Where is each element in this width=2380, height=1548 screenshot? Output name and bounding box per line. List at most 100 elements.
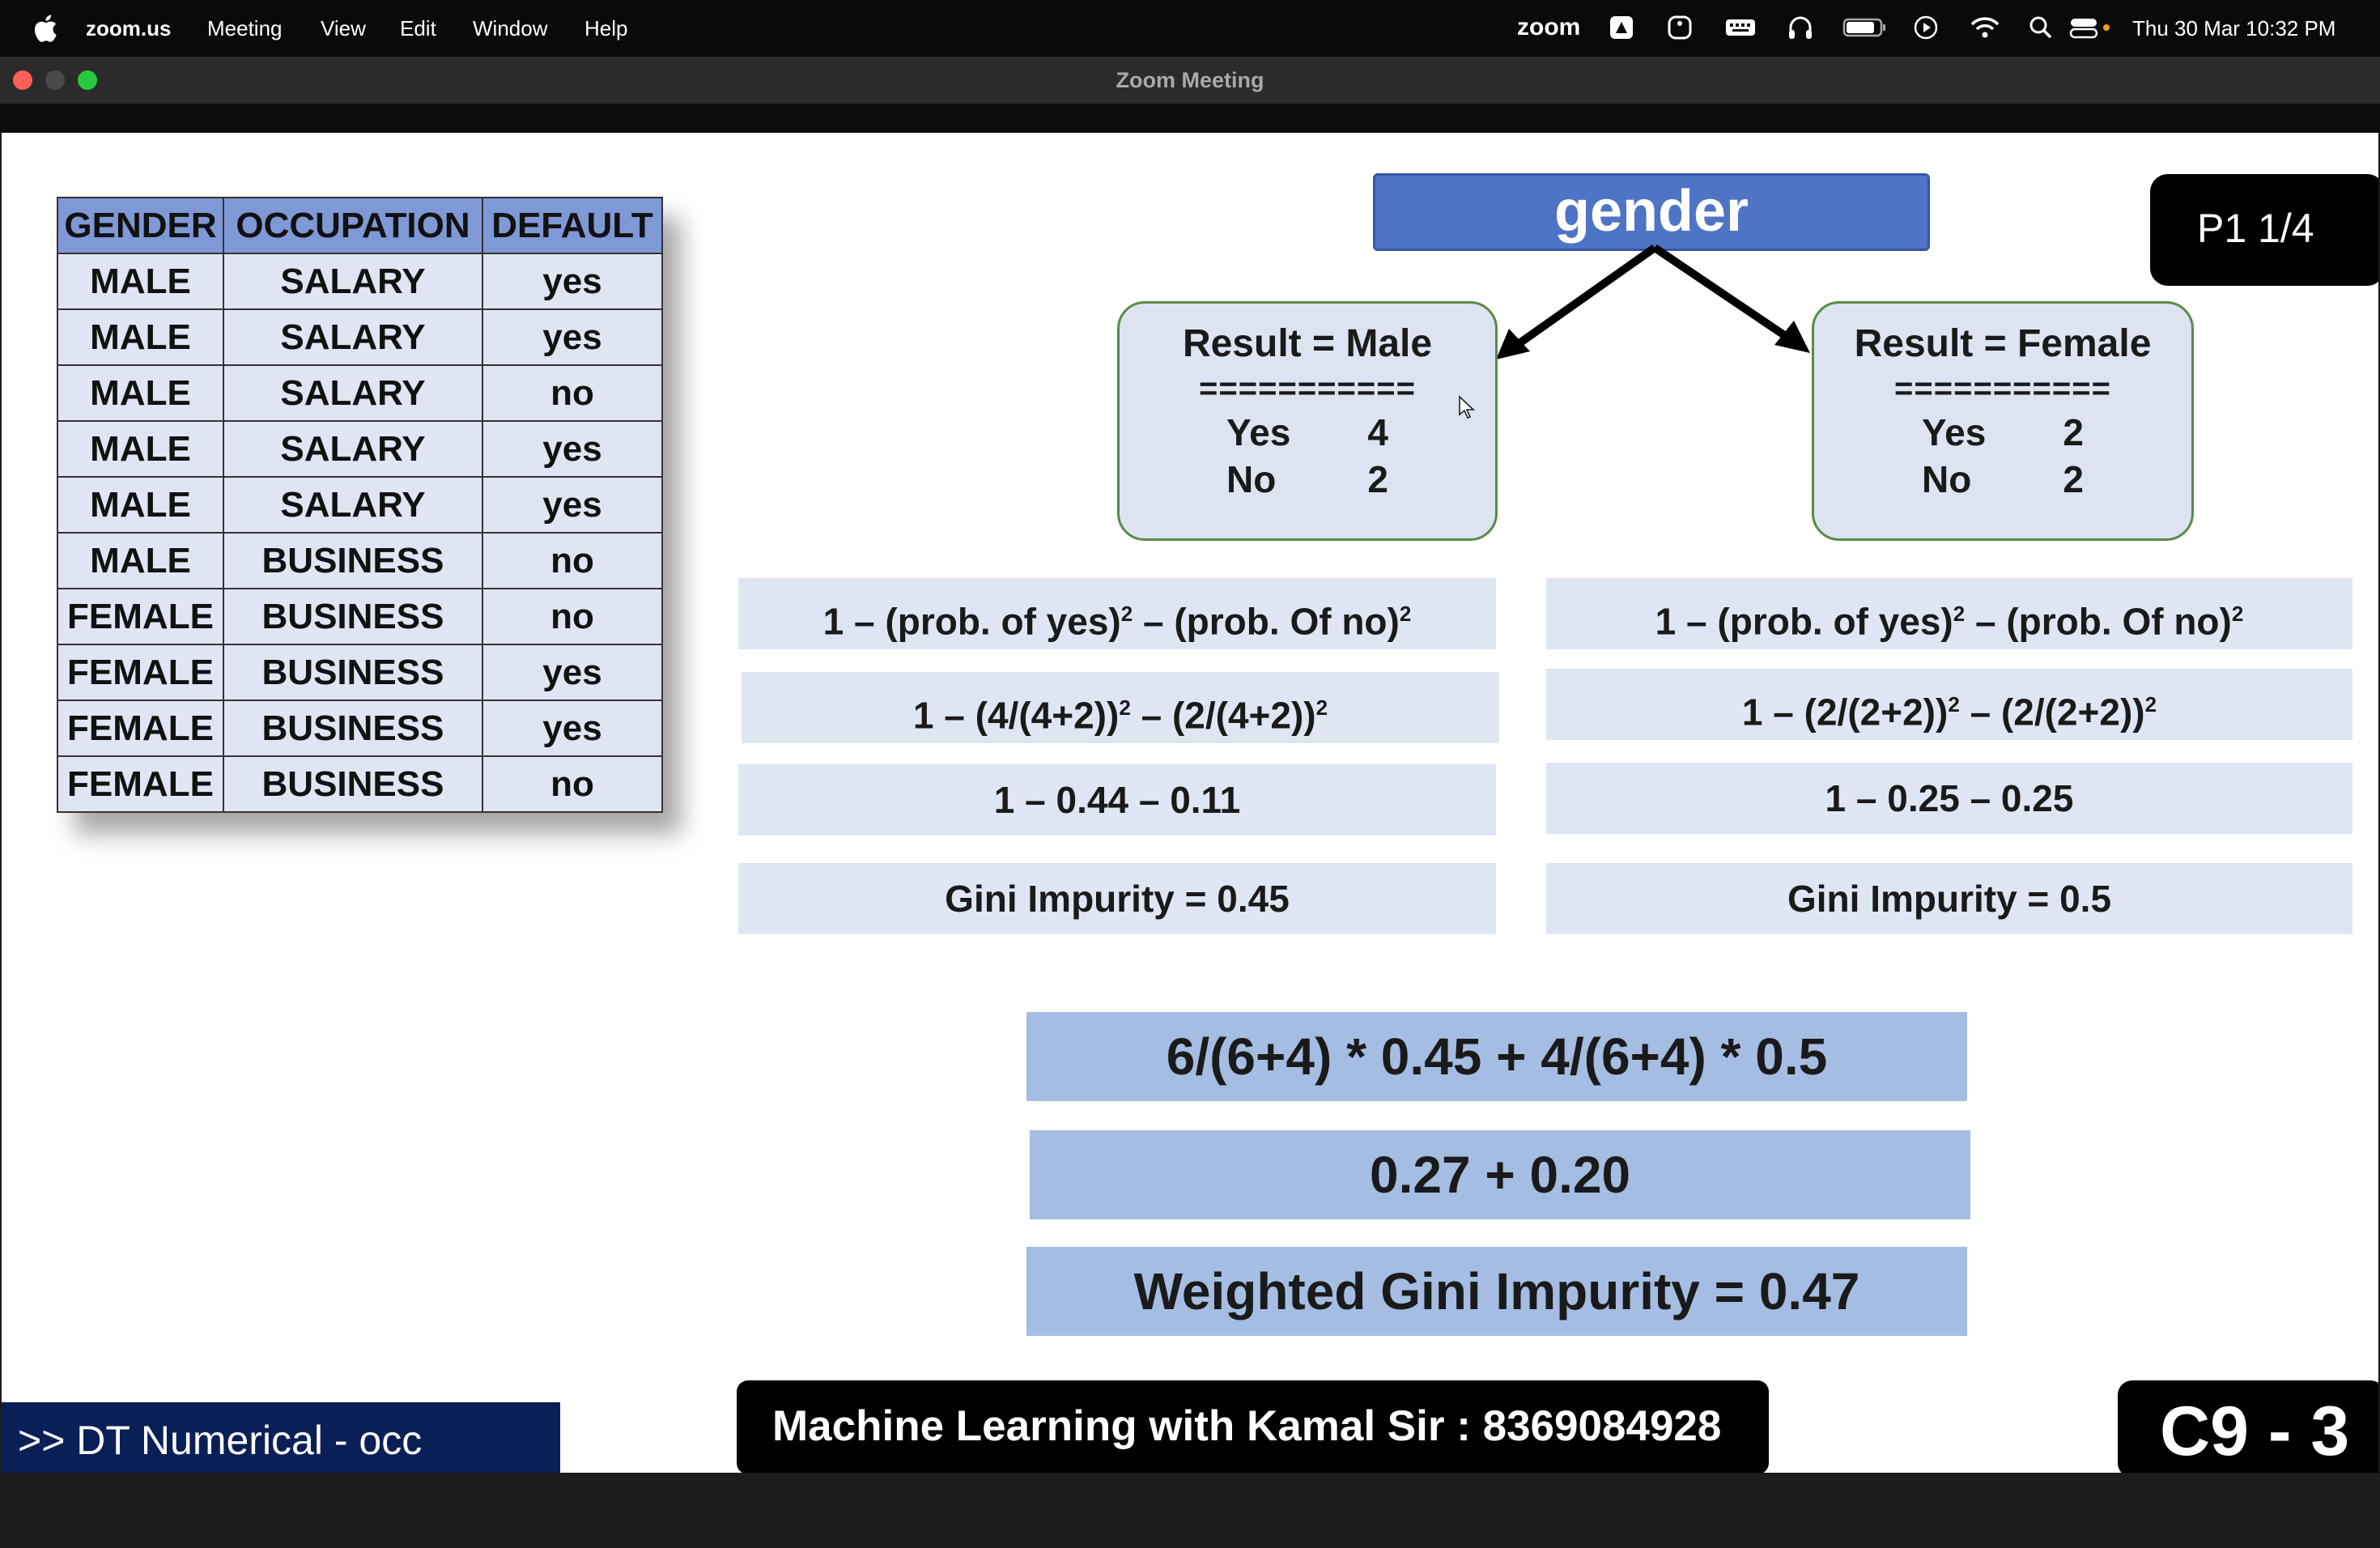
table-cell: no: [482, 532, 663, 589]
table-cell: MALE: [57, 476, 224, 534]
page-indicator-text: P1 1/4: [2197, 206, 2314, 251]
formula-part: 1 – (4/(4+2)): [912, 694, 1120, 737]
table-row: MALE SALARY yes: [57, 420, 663, 478]
node-no-row: No 2: [1120, 457, 1495, 501]
table-row: FEMALE BUSINESS yes: [57, 644, 663, 701]
battery-icon[interactable]: [1842, 14, 1888, 41]
node-no-row: No 2: [1814, 457, 2191, 501]
window-title: Zoom Meeting: [1116, 68, 1264, 92]
table-cell: SALARY: [223, 308, 483, 366]
menu-app-name[interactable]: zoom.us: [86, 16, 171, 41]
presenter-banner: Machine Learning with Kamal Sir : 836908…: [737, 1380, 1769, 1473]
control-center-icon[interactable]: [2069, 14, 2113, 41]
right-gini-values: 1 – 0.25 – 0.25: [1546, 763, 2352, 834]
square-exponent: 2: [1315, 695, 1328, 720]
table-row: MALE SALARY no: [57, 364, 663, 422]
no-label: No: [1922, 458, 1972, 500]
apple-menu-icon[interactable]: [31, 14, 58, 43]
table-cell: SALARY: [223, 476, 483, 534]
slide-page-indicator: P1 1/4: [2150, 174, 2378, 286]
table-cell: MALE: [57, 532, 224, 589]
menu-bar: zoom.us Meeting View Edit Window Help zo…: [0, 0, 2380, 57]
table-cell: BUSINESS: [223, 755, 483, 813]
dataset-table: GENDER OCCUPATION DEFAULT MALE SALARY yes M…: [57, 197, 663, 813]
topic-tag-text: >> DT Numerical - occ: [18, 1418, 423, 1463]
square-exponent: 2: [1953, 602, 1966, 626]
yes-count: 2: [2063, 411, 2084, 453]
square-exponent: 2: [2231, 602, 2244, 626]
formula-part: – (prob. Of no): [1965, 600, 2232, 643]
spotlight-search-icon[interactable]: [2027, 14, 2055, 41]
table-cell: no: [482, 755, 663, 813]
tree-branch-arrows: [1496, 244, 1810, 359]
node-title: Result = Female: [1854, 322, 2152, 365]
table-cell: FEMALE: [57, 755, 224, 813]
square-exponent: 2: [1399, 602, 1412, 626]
female-result-node: Result = Female =========== Yes 2 No 2: [1812, 301, 2194, 541]
male-result-node: Result = Male =========== Yes 4 No 2: [1117, 301, 1498, 541]
table-cell: MALE: [57, 364, 224, 422]
right-gini-substitution: 1 – (2/(2+2))2 – (2/(2+2))2: [1546, 669, 2352, 740]
wifi-icon[interactable]: [1969, 14, 2001, 41]
lecture-code-box: C9 - 3: [2118, 1380, 2378, 1473]
table-cell: BUSINESS: [223, 588, 483, 645]
headphones-icon[interactable]: [1786, 14, 1815, 43]
menu-window[interactable]: Window: [473, 16, 547, 41]
table-cell: yes: [482, 308, 663, 366]
node-yes-row: Yes 2: [1814, 410, 2191, 454]
meeting-bottom-bar: [0, 1473, 2380, 1548]
table-cell: SALARY: [223, 253, 483, 310]
column-header: OCCUPATION: [223, 197, 483, 254]
no-count: 2: [2063, 458, 2084, 500]
now-playing-icon[interactable]: [1912, 14, 1940, 41]
banner-text: Machine Learning with Kamal Sir : 836908…: [772, 1402, 1722, 1450]
table-cell: no: [482, 588, 663, 645]
lecture-code: C9 - 3: [2160, 1393, 2350, 1470]
weighted-gini-result: Weighted Gini Impurity = 0.47: [1026, 1247, 1967, 1336]
formula-part: – (2/(4+2)): [1130, 694, 1316, 737]
table-body: MALE SALARY yes MALE SALARY yes MALE SALARY no MA…: [57, 253, 663, 813]
table-cell: BUSINESS: [223, 532, 483, 589]
table-row: MALE BUSINESS no: [57, 532, 663, 589]
no-count: 2: [1367, 458, 1388, 500]
table-cell: yes: [482, 644, 663, 701]
drive-icon[interactable]: [1608, 14, 1635, 41]
square-exponent: 2: [2144, 692, 2157, 717]
menu-view[interactable]: View: [321, 16, 366, 41]
table-cell: yes: [482, 253, 663, 310]
formula-part: 1 – (2/(2+2)): [1741, 691, 1949, 734]
toolbar-strip: [0, 104, 2380, 133]
table-cell: yes: [482, 476, 663, 534]
menu-help[interactable]: Help: [584, 16, 627, 41]
formula-part: 1 – (prob. of yes): [1655, 600, 1953, 643]
weighted-formula: 6/(6+4) * 0.45 + 4/(6+4) * 0.5: [1026, 1012, 1967, 1101]
yes-label: Yes: [1226, 411, 1291, 453]
left-gini-result: Gini Impurity = 0.45: [738, 863, 1496, 934]
right-gini-result: Gini Impurity = 0.5: [1546, 863, 2352, 934]
table-cell: BUSINESS: [223, 644, 483, 701]
table-row: MALE SALARY yes: [57, 253, 663, 310]
table-cell: FEMALE: [57, 700, 224, 757]
table-row: MALE SALARY yes: [57, 476, 663, 534]
formula-part: 1 – (prob. of yes): [822, 600, 1121, 643]
keyboard-icon[interactable]: [1724, 14, 1757, 41]
menu-clock[interactable]: Thu 30 Mar 10:32 PM: [2132, 16, 2335, 41]
menu-meeting[interactable]: Meeting: [207, 16, 283, 41]
zoom-status-icon[interactable]: zoom: [1517, 14, 1580, 41]
no-label: No: [1226, 458, 1277, 500]
table-cell: SALARY: [223, 420, 483, 478]
topic-tag: >> DT Numerical - occ: [2, 1402, 560, 1473]
app-status-icon[interactable]: [1666, 14, 1694, 41]
table-row: FEMALE BUSINESS no: [57, 755, 663, 813]
table-cell: yes: [482, 700, 663, 757]
table-cell: yes: [482, 420, 663, 478]
column-header: DEFAULT: [482, 197, 663, 254]
node-separator: ===========: [1199, 371, 1416, 406]
node-yes-row: Yes 4: [1120, 410, 1495, 454]
yes-label: Yes: [1922, 411, 1987, 453]
left-gini-substitution: 1 – (4/(4+2))2 – (2/(4+2))2: [742, 672, 1499, 743]
table-cell: BUSINESS: [223, 700, 483, 757]
menu-edit[interactable]: Edit: [400, 16, 436, 41]
column-header: GENDER: [57, 197, 224, 254]
right-gini-formula: 1 – (prob. of yes)2 – (prob. Of no)2: [1546, 578, 2352, 649]
